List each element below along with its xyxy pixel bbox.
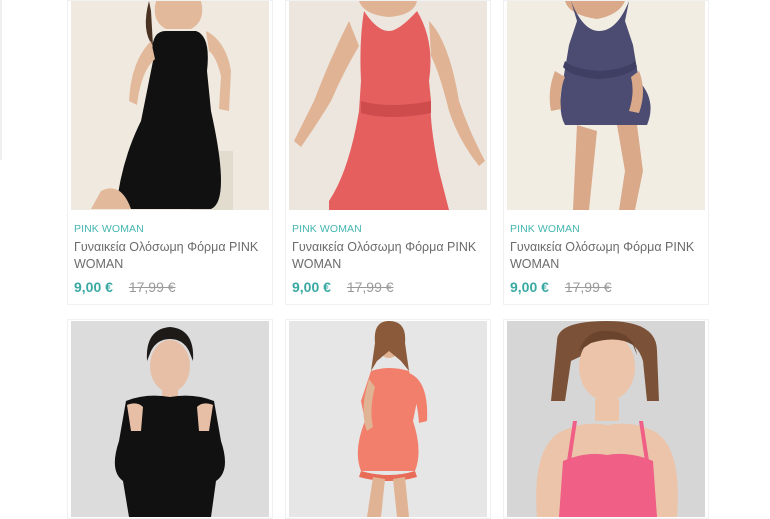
product-image[interactable] — [289, 1, 487, 210]
product-name[interactable]: Γυναικεία Ολόσωμη Φόρμα PINK WOMAN — [510, 239, 702, 273]
sale-price: 9,00 € — [292, 279, 331, 295]
product-card[interactable] — [67, 319, 273, 519]
product-info: PINK WOMAN Γυναικεία Ολόσωμη Φόρμα PINK … — [292, 223, 484, 295]
product-prices: 9,00 € 17,99 € — [74, 279, 266, 295]
product-info: PINK WOMAN Γυναικεία Ολόσωμη Φόρμα PINK … — [74, 223, 266, 295]
product-card[interactable] — [503, 319, 709, 519]
product-card[interactable] — [285, 319, 491, 519]
product-brand[interactable]: PINK WOMAN — [74, 223, 266, 235]
sale-price: 9,00 € — [510, 279, 549, 295]
product-card[interactable]: PINK WOMAN Γυναικεία Ολόσωμη Φόρμα PINK … — [503, 0, 709, 305]
product-image[interactable] — [71, 1, 269, 210]
product-grid-row-1: PINK WOMAN Γυναικεία Ολόσωμη Φόρμα PINK … — [67, 0, 709, 305]
product-brand[interactable]: PINK WOMAN — [292, 223, 484, 235]
old-price: 17,99 € — [346, 279, 394, 295]
product-image[interactable] — [507, 1, 705, 210]
product-image[interactable] — [289, 321, 487, 517]
product-card[interactable]: PINK WOMAN Γυναικεία Ολόσωμη Φόρμα PINK … — [285, 0, 491, 305]
product-image[interactable] — [507, 321, 705, 517]
old-price: 17,99 € — [564, 279, 612, 295]
product-name[interactable]: Γυναικεία Ολόσωμη Φόρμα PINK WOMAN — [74, 239, 266, 273]
product-grid-row-2 — [67, 319, 709, 519]
product-name[interactable]: Γυναικεία Ολόσωμη Φόρμα PINK WOMAN — [292, 239, 484, 273]
product-info: PINK WOMAN Γυναικεία Ολόσωμη Φόρμα PINK … — [510, 223, 702, 295]
product-prices: 9,00 € 17,99 € — [510, 279, 702, 295]
product-prices: 9,00 € 17,99 € — [292, 279, 484, 295]
sale-price: 9,00 € — [74, 279, 113, 295]
product-image[interactable] — [71, 321, 269, 517]
product-brand[interactable]: PINK WOMAN — [510, 223, 702, 235]
left-divider — [0, 0, 2, 160]
product-card[interactable]: PINK WOMAN Γυναικεία Ολόσωμη Φόρμα PINK … — [67, 0, 273, 305]
old-price: 17,99 € — [128, 279, 176, 295]
